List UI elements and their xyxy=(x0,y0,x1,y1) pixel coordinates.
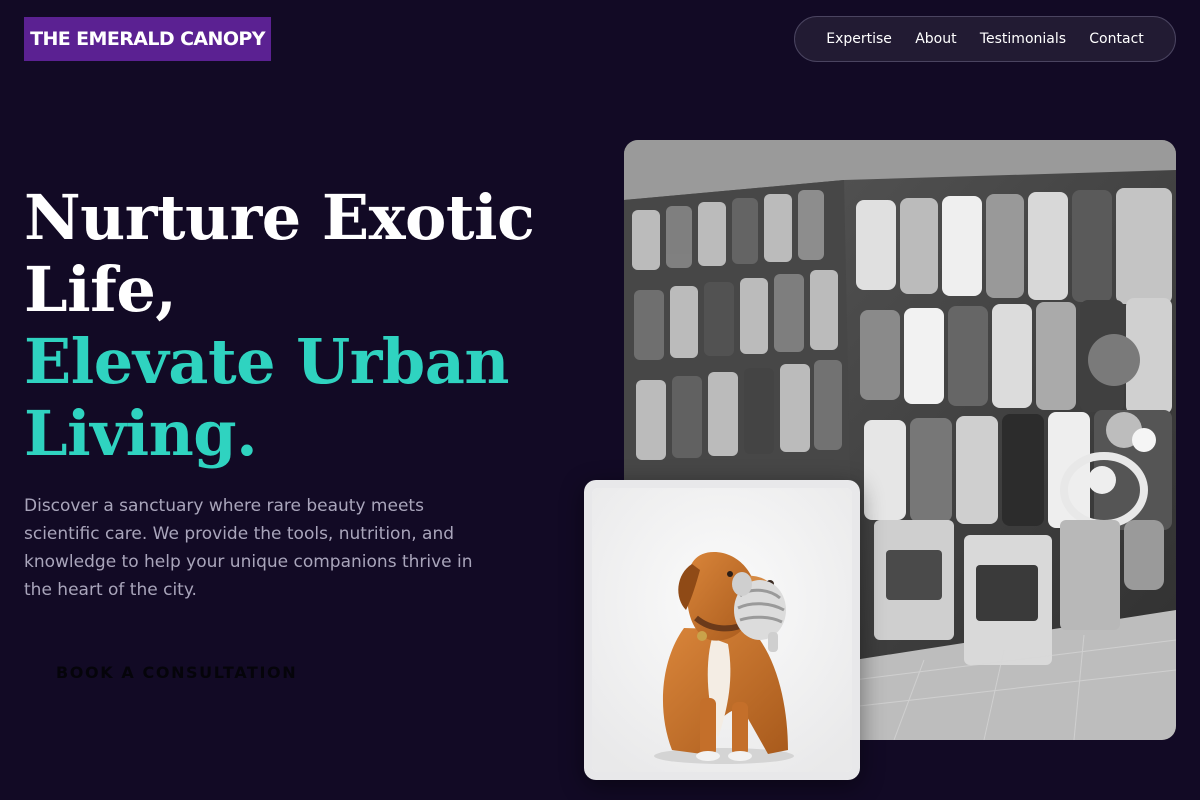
headline-line-3: Elevate Urban xyxy=(24,325,509,398)
dog-photo xyxy=(592,488,852,772)
headline-line-2: Life, xyxy=(24,253,177,326)
headline-line-1: Nurture Exotic xyxy=(24,181,535,254)
brand-logo[interactable]: THE EMERALD CANOPY xyxy=(24,17,271,61)
nav-link-expertise[interactable]: Expertise xyxy=(826,31,892,47)
nav-link-testimonials[interactable]: Testimonials xyxy=(980,31,1066,47)
headline-line-4: Living. xyxy=(24,397,258,470)
dog-illustration xyxy=(592,488,852,772)
hero-headline: Nurture Exotic Life, Elevate Urban Livin… xyxy=(24,181,535,470)
nav-link-contact[interactable]: Contact xyxy=(1089,31,1143,47)
dog-photo-card xyxy=(584,480,860,780)
main-nav: Expertise About Testimonials Contact xyxy=(794,16,1176,62)
book-consultation-button[interactable]: BOOK A CONSULTATION xyxy=(24,648,304,696)
nav-link-about[interactable]: About xyxy=(915,31,956,47)
hero-description: Discover a sanctuary where rare beauty m… xyxy=(24,496,473,600)
